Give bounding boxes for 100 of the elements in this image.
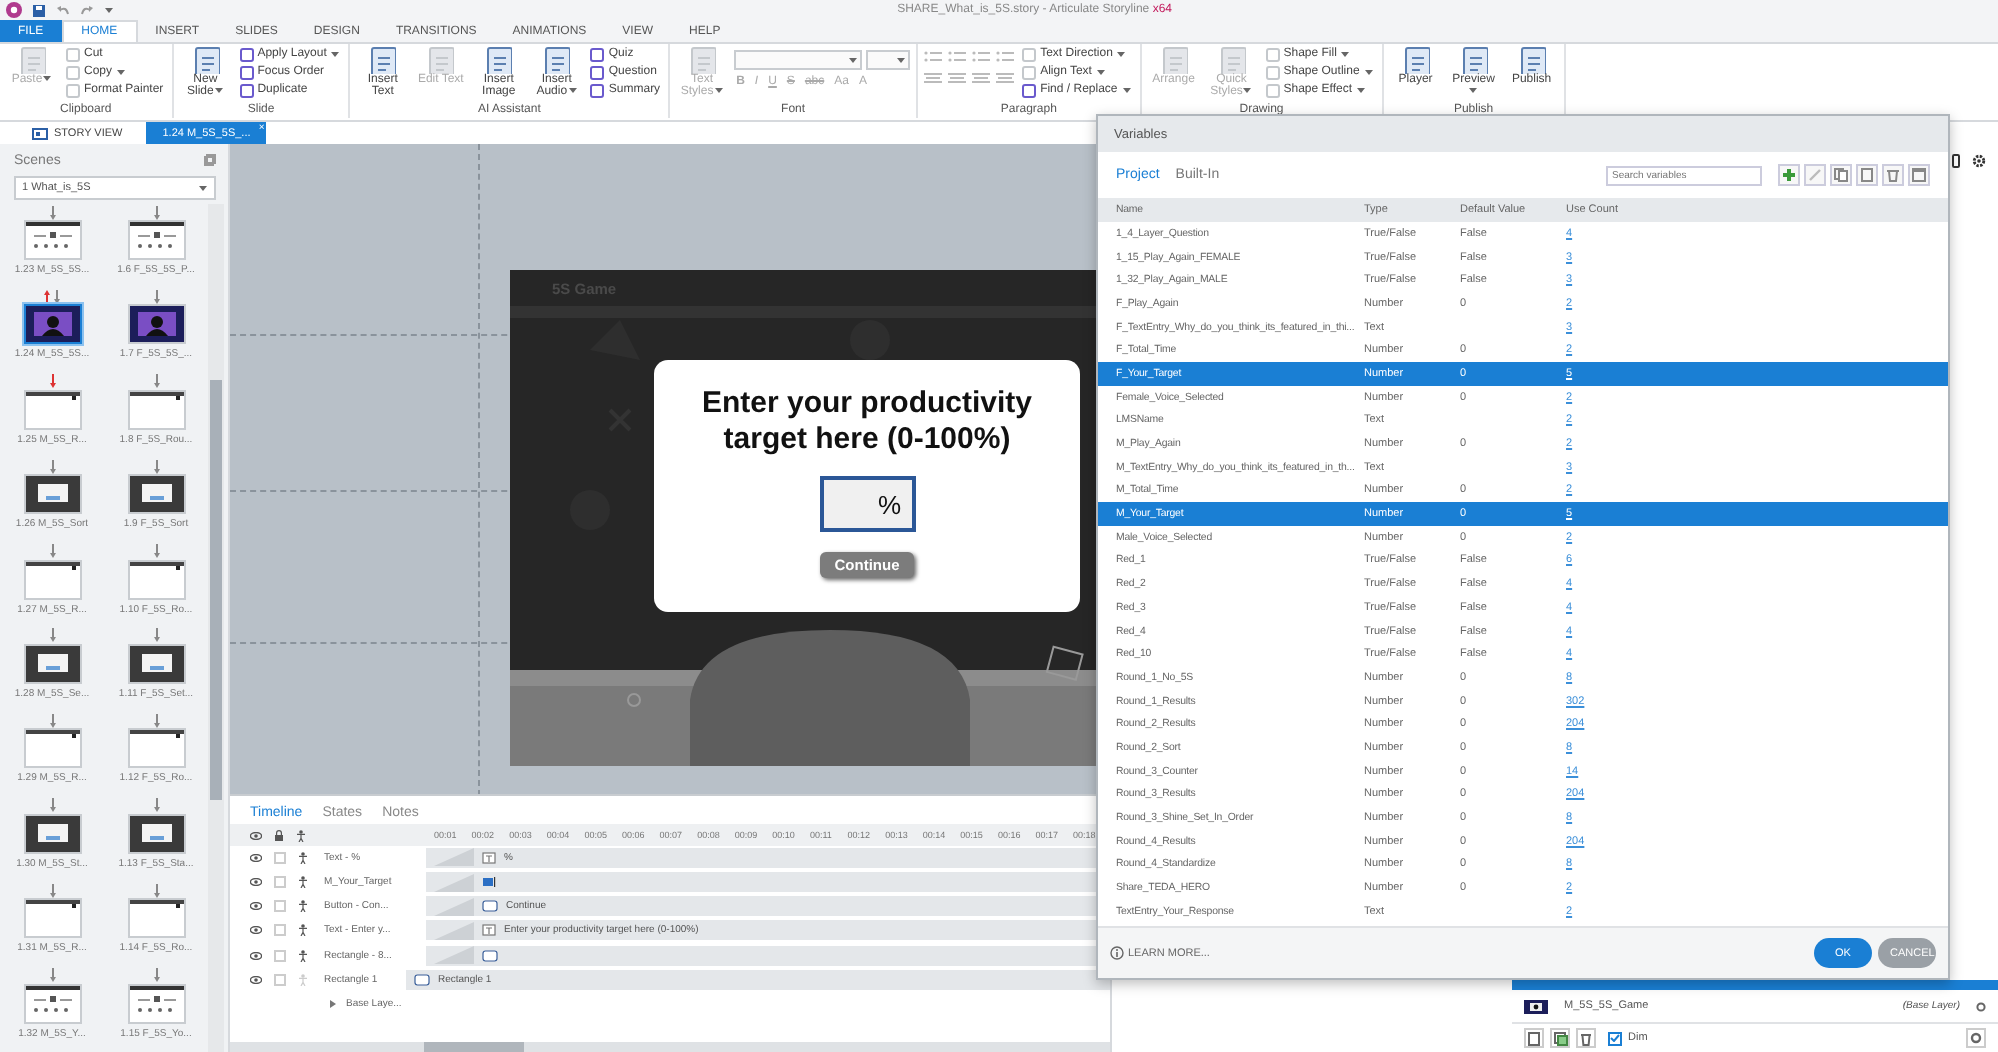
page-icon	[1459, 46, 1488, 74]
text-box-icon	[482, 851, 496, 864]
page-icon	[542, 46, 571, 74]
caret-icon	[213, 86, 224, 94]
export-button[interactable]	[1908, 164, 1930, 186]
slide-thumbnail[interactable]	[129, 815, 183, 852]
eye-icon	[250, 853, 262, 862]
slide-thumbnail[interactable]	[25, 985, 79, 1022]
target-input-field[interactable]: %	[819, 476, 915, 532]
slide-thumbnail[interactable]	[25, 730, 79, 767]
slide-thumbnail[interactable]	[129, 900, 183, 937]
align-icon	[972, 72, 991, 86]
caret-icon	[330, 50, 341, 58]
page-icon	[368, 46, 397, 74]
arrow-down-icon	[49, 883, 55, 898]
square-icon	[590, 65, 605, 79]
rectangle-icon	[482, 949, 498, 962]
lock-checkbox[interactable]	[274, 924, 286, 937]
slide-thumbnail[interactable]	[129, 730, 183, 767]
paste-button[interactable]	[1856, 164, 1878, 186]
arrow-down-icon	[54, 289, 60, 304]
square-icon	[66, 65, 80, 79]
square-icon	[1265, 83, 1280, 97]
prompt-text: Enter your productivity target here (0-100%)	[699, 386, 1035, 458]
delete-button[interactable]	[1882, 164, 1904, 186]
lock-checkbox[interactable]	[274, 949, 286, 962]
eye-icon	[250, 975, 262, 984]
caret-icon	[104, 6, 114, 14]
fade-in-icon	[434, 873, 474, 892]
caret-icon	[198, 184, 208, 192]
window-icon	[1912, 168, 1926, 182]
caret-icon	[567, 86, 578, 94]
dim-checkbox[interactable]	[1608, 1031, 1622, 1045]
caret-icon	[713, 86, 724, 94]
arrow-down-icon	[49, 798, 55, 813]
slide-thumbnail[interactable]	[129, 391, 183, 428]
story-view-icon	[32, 127, 48, 139]
align-icon	[924, 72, 943, 86]
check-icon	[1610, 1034, 1620, 1042]
slide-thumbnail[interactable]	[129, 306, 183, 343]
font-size-field[interactable]	[866, 50, 911, 70]
arrow-down-icon	[153, 628, 159, 643]
lock-checkbox[interactable]	[274, 851, 286, 864]
square-icon	[1265, 47, 1280, 61]
eye-icon	[250, 878, 262, 887]
slide-thumbnail[interactable]	[25, 645, 79, 682]
slide-thumbnail[interactable]	[25, 900, 79, 937]
square-icon	[239, 65, 254, 79]
rectangle-icon	[414, 973, 430, 986]
slide-thumbnail[interactable]	[25, 561, 79, 598]
arrow-up-icon	[44, 289, 50, 304]
pencil-icon	[1808, 168, 1822, 182]
text-box-icon	[482, 924, 496, 937]
slide-thumbnail[interactable]	[129, 222, 183, 258]
slide-thumbnail[interactable]	[25, 391, 79, 428]
delete-layer-button[interactable]	[1576, 1028, 1596, 1048]
slide-thumbnail[interactable]	[25, 815, 79, 852]
lock-checkbox[interactable]	[274, 876, 286, 889]
copy-button[interactable]	[1830, 164, 1852, 186]
caret-icon	[896, 56, 907, 64]
slide-thumbnail[interactable]	[129, 985, 183, 1022]
arrow-down-icon	[153, 205, 159, 219]
slide-thumbnail[interactable]	[25, 222, 79, 258]
undo-icon	[56, 3, 70, 17]
caret-icon	[848, 56, 859, 64]
fade-in-icon	[434, 946, 474, 965]
slide-thumbnail[interactable]	[129, 476, 183, 513]
slide-thumbnail[interactable]	[129, 561, 183, 598]
eye-icon	[250, 951, 262, 960]
settings-button[interactable]	[1966, 1028, 1986, 1048]
arrow-down-icon	[153, 459, 159, 474]
arrow-down-icon	[153, 289, 159, 304]
fade-in-icon	[434, 897, 474, 916]
page-icon	[1401, 46, 1430, 74]
caret-icon	[1340, 50, 1351, 58]
rectangle-icon	[482, 900, 498, 913]
font-name-field[interactable]	[734, 50, 863, 70]
arrow-down-icon	[153, 798, 159, 813]
square-icon	[590, 47, 605, 61]
arrow-down-icon	[153, 544, 159, 559]
caret-icon	[1468, 86, 1479, 94]
page-icon	[1528, 1031, 1540, 1045]
arrow-down-icon	[49, 374, 55, 389]
add-variable-button[interactable]	[1778, 164, 1800, 186]
arrow-down-icon	[49, 968, 55, 983]
caret-icon	[1242, 86, 1253, 94]
arrow-down-icon	[153, 374, 159, 389]
slide-thumbnail[interactable]	[129, 645, 183, 682]
lock-checkbox[interactable]	[274, 900, 286, 913]
slide-thumbnail[interactable]	[25, 476, 79, 513]
arrow-down-icon	[153, 968, 159, 983]
duplicate-layer-button[interactable]	[1550, 1028, 1570, 1048]
new-layer-button[interactable]	[1524, 1028, 1544, 1048]
lock-checkbox[interactable]	[274, 973, 286, 986]
page-icon	[484, 46, 513, 74]
slide-thumbnail[interactable]	[25, 306, 79, 343]
copy-icon	[1834, 168, 1848, 182]
scrollbar-thumb	[424, 1042, 524, 1052]
eye-icon	[250, 831, 262, 840]
square-icon	[66, 83, 80, 97]
